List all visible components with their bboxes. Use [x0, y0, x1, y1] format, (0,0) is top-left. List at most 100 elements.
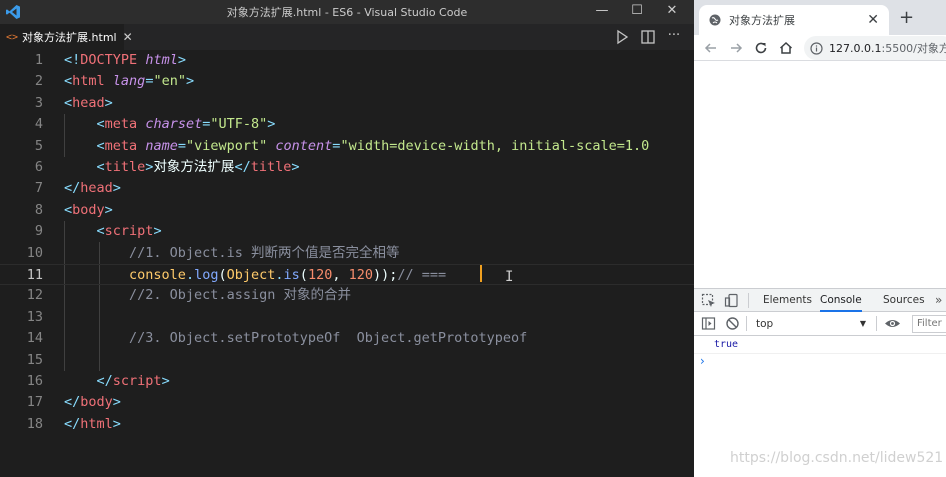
- code-text: </script>: [96, 373, 170, 389]
- toolbar-divider: [746, 316, 747, 331]
- code-text: <html lang="en">: [64, 73, 195, 90]
- console-sidebar-icon[interactable]: [701, 316, 716, 331]
- browser-tabstrip: 对象方法扩展 ✕ +: [694, 0, 946, 35]
- editor-tabbar: <> 对象方法扩展.html ✕ ···: [0, 24, 694, 50]
- code-text: </body>: [64, 394, 121, 411]
- code-line: 1 <!DOCTYPE html>: [0, 50, 694, 71]
- code-line: 6 <title>对象方法扩展</title>: [0, 157, 694, 178]
- line-number: 6: [34, 159, 43, 175]
- line-number: 8: [34, 201, 43, 218]
- code-line: 12 //2. Object.assign 对象的合并: [0, 285, 694, 306]
- code-text: <head>: [64, 94, 113, 111]
- console-prompt-icon[interactable]: ›: [700, 354, 705, 368]
- editor-tab-label: 对象方法扩展.html: [22, 31, 117, 44]
- toolbar-divider: [748, 293, 749, 308]
- line-number: 4: [34, 116, 43, 133]
- code-text: </head>: [64, 180, 121, 197]
- tab-console[interactable]: Console: [820, 289, 862, 312]
- code-line: 2 <html lang="en">: [0, 71, 694, 92]
- tab-sources[interactable]: Sources: [883, 289, 925, 312]
- code-text: <title>对象方法扩展</title>: [96, 159, 300, 175]
- code-line: 15: [0, 350, 694, 371]
- vscode-titlebar: 对象方法扩展.html - ES6 - Visual Studio Code —…: [0, 0, 694, 24]
- code-line: 5 <meta name="viewport" content="width=d…: [0, 136, 694, 157]
- maximize-button[interactable]: ☐: [620, 0, 654, 24]
- browser-tab-title: 对象方法扩展: [729, 14, 795, 27]
- run-icon[interactable]: [612, 27, 632, 47]
- code-line: 4 <meta charset="UTF-8">: [0, 114, 694, 135]
- code-text: <!DOCTYPE html>: [64, 52, 186, 68]
- filter-input[interactable]: Filter: [912, 315, 946, 333]
- devtools-panel: Elements Console Sources » top ▼ Filter …: [694, 288, 946, 477]
- line-number: 12: [26, 287, 43, 304]
- code-text: <script>: [96, 223, 162, 240]
- close-tab-icon[interactable]: ✕: [867, 12, 879, 28]
- toolbar-divider: [876, 316, 877, 331]
- url-text: 127.0.0.1:5500/对象方: [829, 42, 946, 55]
- back-arrow-icon[interactable]: [702, 39, 720, 57]
- code-line: 7 </head>: [0, 178, 694, 199]
- code-text: //1. Object.is 判断两个值是否完全相等: [129, 244, 400, 261]
- code-editor[interactable]: 1 <!DOCTYPE html> 2 <html lang="en"> 3 <…: [0, 50, 694, 477]
- clear-console-icon[interactable]: [725, 316, 740, 331]
- reload-icon[interactable]: [752, 39, 770, 57]
- watermark: https://blog.csdn.net/lidew521: [730, 450, 944, 466]
- code-text: <meta charset="UTF-8">: [96, 116, 276, 133]
- close-tab-icon[interactable]: ✕: [123, 30, 133, 44]
- code-text: //2. Object.assign 对象的合并: [129, 287, 351, 304]
- code-line: 10 //1. Object.is 判断两个值是否完全相等: [0, 243, 694, 264]
- line-number: 11: [26, 267, 43, 283]
- inspect-element-icon[interactable]: [701, 293, 716, 308]
- console-toolbar: top ▼ Filter: [694, 312, 946, 336]
- code-text: <meta name="viewport" content="width=dev…: [96, 137, 650, 154]
- browser-tab[interactable]: 对象方法扩展 ✕: [699, 5, 889, 35]
- line-number: 10: [26, 244, 43, 261]
- line-number: 3: [34, 94, 43, 111]
- code-text: //3. Object.setPrototypeOf Object.getPro…: [129, 330, 528, 347]
- line-number: 17: [26, 394, 43, 411]
- code-line: 3 <head>: [0, 93, 694, 114]
- code-line: 13: [0, 307, 694, 328]
- text-cursor: [480, 265, 482, 282]
- home-icon[interactable]: [777, 39, 795, 57]
- new-tab-button[interactable]: +: [899, 7, 914, 28]
- code-line: 17 </body>: [0, 392, 694, 413]
- close-window-button[interactable]: ✕: [655, 0, 689, 24]
- code-text: console.log(Object.is(120, 120));// ===: [129, 267, 455, 283]
- code-line: 16 </script>: [0, 371, 694, 392]
- line-number: 15: [26, 351, 43, 368]
- address-bar[interactable]: 127.0.0.1:5500/对象方: [804, 36, 946, 60]
- more-tabs-icon[interactable]: »: [935, 289, 942, 312]
- more-actions-icon[interactable]: ···: [664, 27, 684, 47]
- line-number: 13: [26, 308, 43, 325]
- html-file-icon: <>: [6, 31, 19, 43]
- forward-arrow-icon[interactable]: [727, 39, 745, 57]
- line-number: 9: [34, 223, 43, 240]
- code-text: <body>: [64, 201, 113, 218]
- tab-elements[interactable]: Elements: [763, 289, 812, 312]
- eye-icon[interactable]: [884, 316, 901, 331]
- line-number: 7: [34, 180, 43, 197]
- line-number: 16: [26, 373, 43, 389]
- minimize-button[interactable]: —: [585, 0, 619, 24]
- editor-tab[interactable]: <> 对象方法扩展.html ✕: [0, 24, 133, 50]
- chevron-down-icon: ▼: [859, 319, 866, 328]
- line-number: 2: [34, 73, 43, 90]
- console-log-value: true: [714, 339, 739, 350]
- code-line: 14 //3. Object.setPrototypeOf Object.get…: [0, 328, 694, 349]
- info-icon[interactable]: [810, 41, 823, 55]
- code-line-current: 11 console.log(Object.is(120, 120));// =…: [0, 264, 694, 286]
- code-line: 18 </html>: [0, 414, 694, 435]
- line-number: 5: [34, 137, 43, 154]
- ibeam-cursor-icon: I: [505, 269, 514, 285]
- browser-window: 对象方法扩展 ✕ + 127.0.0.1:5500/对象方 Elements C…: [694, 0, 946, 477]
- device-toolbar-icon[interactable]: [724, 293, 739, 308]
- console-row-divider: [694, 353, 946, 354]
- line-number: 14: [26, 330, 43, 347]
- line-number: 1: [34, 52, 43, 68]
- code-line: 9 <script>: [0, 221, 694, 242]
- split-editor-icon[interactable]: [638, 27, 658, 47]
- code-text: </html>: [64, 415, 121, 432]
- context-selector[interactable]: top ▼: [752, 315, 870, 333]
- browser-toolbar: 127.0.0.1:5500/对象方: [694, 35, 946, 61]
